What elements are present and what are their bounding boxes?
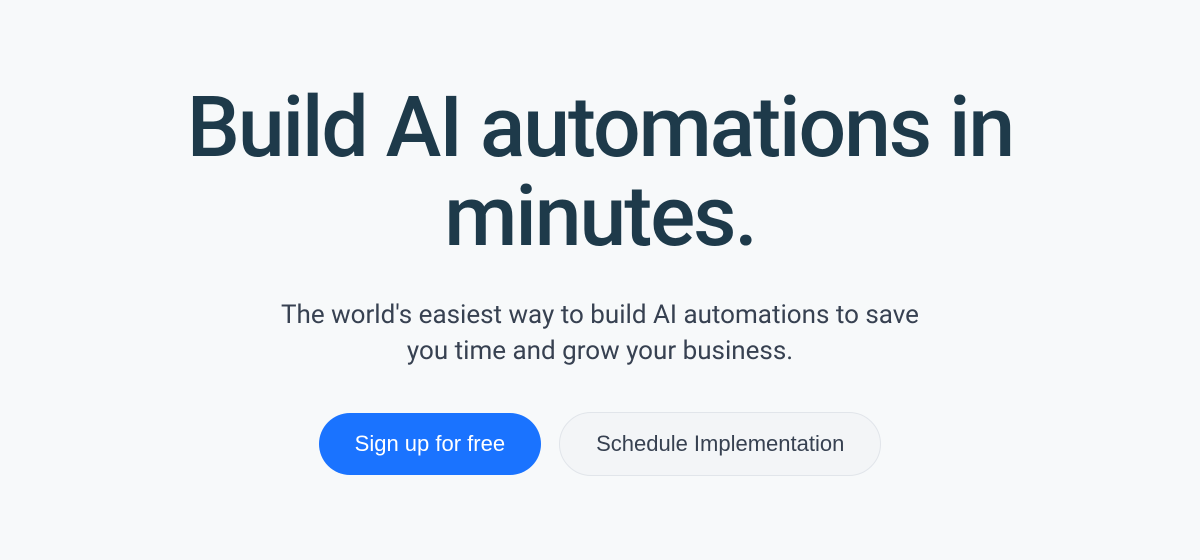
signup-button[interactable]: Sign up for free (319, 413, 541, 475)
schedule-button[interactable]: Schedule Implementation (559, 412, 881, 476)
hero-title: Build AI automations in minutes. (130, 84, 1070, 260)
hero-section: Build AI automations in minutes. The wor… (110, 84, 1090, 475)
cta-row: Sign up for free Schedule Implementation (130, 412, 1070, 476)
hero-subtitle: The world's easiest way to build AI auto… (260, 297, 940, 370)
